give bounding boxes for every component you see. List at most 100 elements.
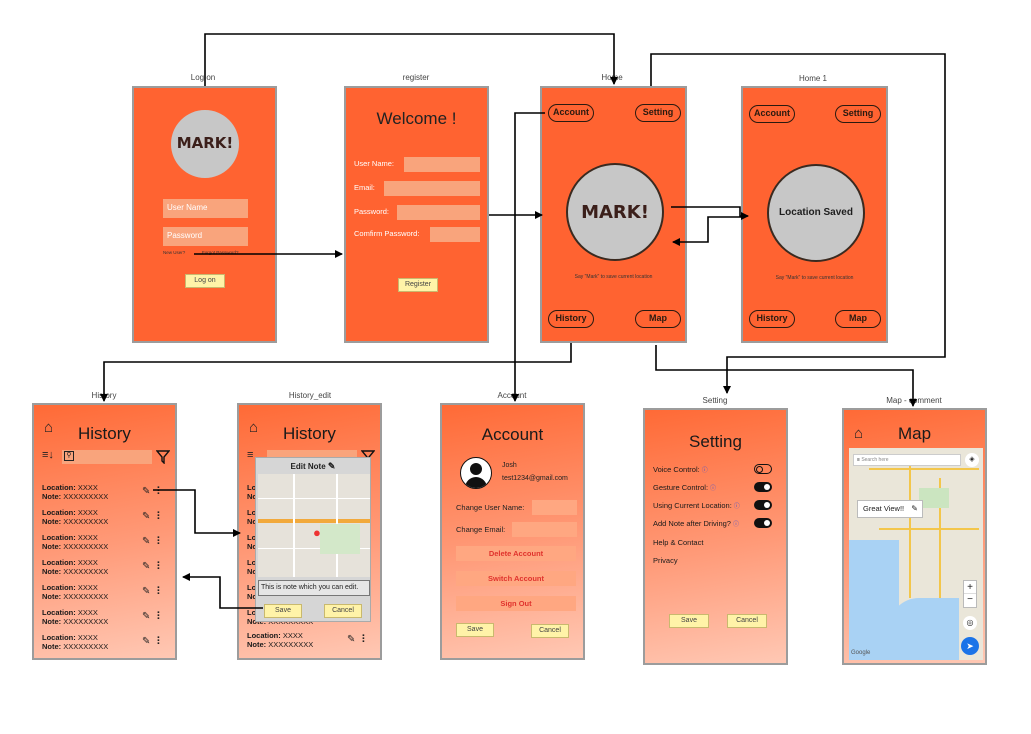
history-edit-title: History: [283, 424, 336, 443]
help-contact-link[interactable]: Help & Contact: [653, 538, 703, 547]
share-icon[interactable]: ⠇: [361, 633, 369, 646]
list-item[interactable]: Location: XXXX Note: XXXXXXXXX: [42, 558, 108, 576]
note-textarea[interactable]: This is note which you can edit.: [258, 580, 370, 596]
info-icon[interactable]: ⓘ: [702, 468, 708, 474]
password-placeholder: Password: [167, 231, 203, 240]
note-value: XXXXXXXXX: [63, 642, 109, 651]
sort-icon[interactable]: ≡↓: [42, 449, 54, 461]
pencil-icon[interactable]: ✎: [911, 501, 918, 517]
home-icon[interactable]: ⌂: [854, 425, 863, 442]
directions-icon[interactable]: ➤: [961, 637, 979, 655]
note-value: XXXXXXXXX: [63, 517, 109, 526]
cancel-button[interactable]: Cancel: [727, 614, 767, 628]
location-value: XXXX: [282, 631, 303, 640]
delete-account-button[interactable]: Delete Account: [456, 546, 576, 561]
share-icon[interactable]: ⠇: [156, 485, 164, 498]
sort-icon[interactable]: ≡: [247, 449, 253, 461]
register-username-input[interactable]: [404, 157, 480, 172]
share-icon[interactable]: ⠇: [156, 585, 164, 598]
toggle-switch[interactable]: [754, 518, 772, 528]
register-password-input[interactable]: [397, 205, 480, 220]
list-item[interactable]: Location: XXXX Note: XXXXXXXXX: [42, 533, 108, 551]
logon-button[interactable]: Log on: [185, 274, 225, 288]
save-button[interactable]: Save: [456, 623, 494, 637]
account-name: Josh: [502, 462, 517, 469]
share-icon[interactable]: ⠇: [156, 560, 164, 573]
register-button[interactable]: Register: [398, 278, 438, 292]
location-value: XXXX: [77, 583, 98, 592]
password-input[interactable]: Password: [163, 227, 248, 246]
cancel-button[interactable]: Cancel: [324, 604, 362, 618]
search-input[interactable]: ⚲: [62, 450, 152, 464]
setting-title: Setting: [689, 432, 742, 451]
share-icon[interactable]: ⠇: [156, 535, 164, 548]
info-icon[interactable]: ⓘ: [734, 504, 740, 510]
new-user-link[interactable]: New User?: [163, 250, 185, 255]
forgot-password-link[interactable]: Forgot Password?: [202, 250, 239, 255]
edit-icon[interactable]: ✎: [142, 586, 150, 597]
label-home1: Home 1: [798, 74, 827, 83]
note-value: XXXXXXXXX: [268, 640, 314, 649]
my-location-icon[interactable]: ◎: [963, 616, 977, 630]
comment-bubble[interactable]: Great View!! ✎: [857, 500, 923, 518]
info-icon[interactable]: ⓘ: [710, 486, 716, 492]
note-label: Note:: [42, 517, 62, 526]
history-button[interactable]: History: [749, 310, 795, 328]
map-view[interactable]: ≡ Search here ◈ Great View!! ✎ + − ◎ ➤ G…: [849, 448, 983, 660]
layers-icon[interactable]: ◈: [965, 453, 979, 467]
cancel-button[interactable]: Cancel: [531, 624, 569, 638]
edit-icon[interactable]: ✎: [142, 511, 150, 522]
list-item[interactable]: Location: XXXX Note: XXXXXXXXX: [42, 583, 108, 601]
logo-circle: MARK!: [171, 110, 239, 178]
share-icon[interactable]: ⠇: [156, 610, 164, 623]
map-search-input[interactable]: ≡ Search here: [853, 454, 961, 466]
home-icon[interactable]: ⌂: [249, 419, 258, 436]
edit-icon[interactable]: ✎: [142, 636, 150, 647]
change-user-input[interactable]: [532, 500, 577, 515]
mark-circle[interactable]: MARK!: [566, 163, 664, 261]
setting-button[interactable]: Setting: [635, 104, 681, 122]
map-search-placeholder: Search here: [861, 457, 889, 463]
account-button[interactable]: Account: [749, 105, 795, 123]
zoom-out-button[interactable]: −: [964, 594, 976, 607]
filter-icon[interactable]: [156, 450, 170, 464]
toggle-switch[interactable]: [754, 482, 772, 492]
location-saved-text: Location Saved: [779, 207, 853, 218]
setting-button[interactable]: Setting: [835, 105, 881, 123]
list-item[interactable]: Location: XXXX Note: XXXXXXXXX: [247, 631, 313, 649]
account-button[interactable]: Account: [548, 104, 594, 122]
save-button[interactable]: Save: [669, 614, 709, 628]
list-item[interactable]: Location: XXXX Note: XXXXXXXXX: [42, 483, 108, 501]
username-input[interactable]: User Name: [163, 199, 248, 218]
sign-out-button[interactable]: Sign Out: [456, 596, 576, 611]
save-button[interactable]: Save: [264, 604, 302, 618]
share-icon[interactable]: ⠇: [156, 510, 164, 523]
register-title: Welcome !: [376, 109, 457, 128]
toggle-switch[interactable]: [754, 500, 772, 510]
list-item[interactable]: Location: XXXX Note: XXXXXXXXX: [42, 508, 108, 526]
toggle-switch[interactable]: [754, 464, 772, 474]
share-icon[interactable]: ⠇: [156, 635, 164, 648]
note-label: Note:: [42, 492, 62, 501]
privacy-link[interactable]: Privacy: [653, 556, 678, 565]
edit-icon[interactable]: ✎: [142, 536, 150, 547]
list-item[interactable]: Location: XXXX Note: XXXXXXXXX: [42, 633, 108, 651]
change-email-input[interactable]: [512, 522, 577, 537]
map-button[interactable]: Map: [835, 310, 881, 328]
map-button[interactable]: Map: [635, 310, 681, 328]
location-value: XXXX: [77, 608, 98, 617]
location-label: Location:: [42, 633, 76, 642]
history-button[interactable]: History: [548, 310, 594, 328]
zoom-in-button[interactable]: +: [964, 581, 976, 594]
info-icon[interactable]: ⓘ: [733, 522, 739, 528]
home-icon[interactable]: ⌂: [44, 419, 53, 436]
pencil-icon: ✎: [327, 461, 336, 471]
switch-account-button[interactable]: Switch Account: [456, 571, 576, 586]
edit-icon[interactable]: ✎: [347, 634, 355, 645]
register-confirm-input[interactable]: [430, 227, 480, 242]
edit-icon[interactable]: ✎: [142, 611, 150, 622]
register-email-input[interactable]: [384, 181, 480, 196]
list-item[interactable]: Location: XXXX Note: XXXXXXXXX: [42, 608, 108, 626]
edit-icon[interactable]: ✎: [142, 486, 150, 497]
edit-icon[interactable]: ✎: [142, 561, 150, 572]
